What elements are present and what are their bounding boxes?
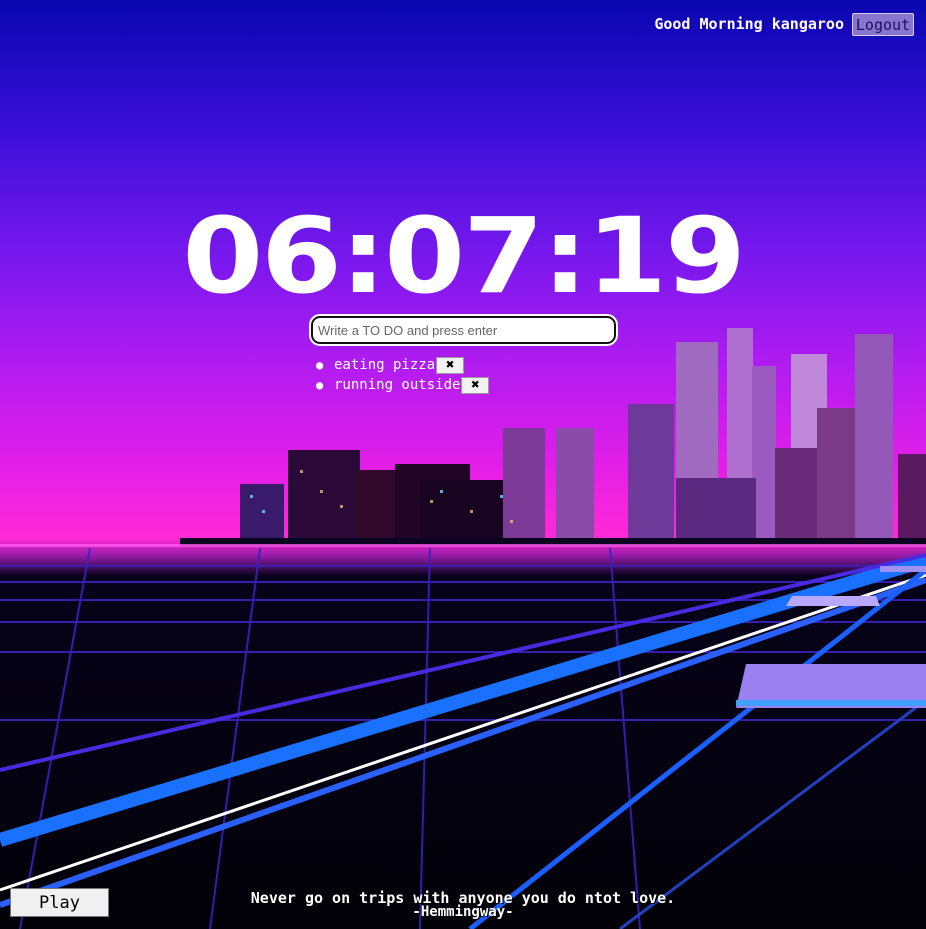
city-skyline [180,328,926,546]
delete-todo-button[interactable]: ✖ [461,376,490,394]
logout-button[interactable]: Logout [852,13,914,36]
bullet-icon: ● [316,358,324,372]
quote-block: Never go on trips with anyone you do nto… [0,890,926,920]
close-icon: ✖ [471,377,480,393]
delete-todo-button[interactable]: ✖ [436,356,465,374]
todo-list: ● eating pizza ✖ ● running outside ✖ [316,355,490,395]
quote-author: -Hemmingway- [412,904,514,920]
bullet-icon: ● [316,378,324,392]
todo-item-text: running outside [334,377,461,393]
synthwave-city-scene [0,328,926,929]
todo-item: ● eating pizza ✖ [316,355,489,375]
todo-item-text: eating pizza [334,357,436,373]
clock-display: 06:07:19 [182,195,746,317]
close-icon: ✖ [445,357,455,373]
greeting-text: Good Morning kangaroo [654,15,844,33]
background-wallpaper [0,0,926,929]
todo-input[interactable] [309,314,618,346]
todo-item: ● running outside ✖ [316,375,490,395]
